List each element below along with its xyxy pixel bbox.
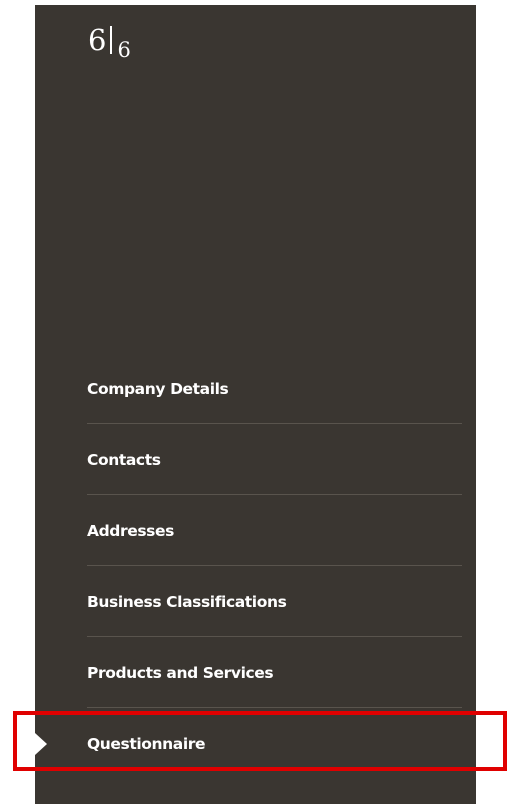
nav-item-business-classifications[interactable]: Business Classifications — [35, 566, 476, 637]
nav-item-addresses[interactable]: Addresses — [35, 495, 476, 566]
nav-item-label: Questionnaire — [87, 734, 206, 753]
nav-item-company-details[interactable]: Company Details — [35, 353, 476, 424]
current-step-number: 6 — [88, 23, 107, 57]
nav-item-products-and-services[interactable]: Products and Services — [35, 637, 476, 708]
nav-item-label: Addresses — [87, 521, 174, 540]
total-steps-number: 6 — [117, 38, 131, 62]
step-progress-indicator: 6 6 — [88, 22, 131, 62]
nav-item-label: Products and Services — [87, 663, 274, 682]
selected-pointer-icon — [35, 732, 47, 755]
nav-item-label: Contacts — [87, 450, 161, 469]
nav-item-contacts[interactable]: Contacts — [35, 424, 476, 495]
step-separator — [110, 26, 113, 54]
nav-item-label: Business Classifications — [87, 592, 287, 611]
nav-item-label: Company Details — [87, 379, 229, 398]
train-stop-sidebar: 6 6 Company Details Contacts Addresses B… — [35, 5, 476, 804]
step-navigation-list: Company Details Contacts Addresses Busin… — [35, 353, 476, 779]
nav-item-questionnaire[interactable]: Questionnaire — [35, 708, 476, 779]
